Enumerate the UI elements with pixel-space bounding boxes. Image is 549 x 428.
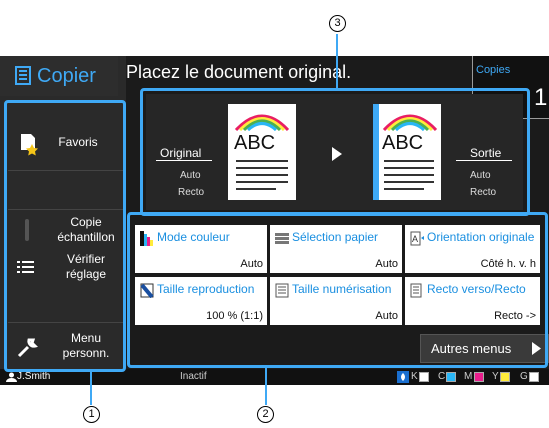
machine-state: Inactif <box>180 371 207 382</box>
callout-line-1 <box>90 372 92 405</box>
toner-y-level <box>500 372 510 382</box>
user-icon <box>6 372 17 382</box>
toner-g-level <box>529 372 539 382</box>
toner-c: C <box>438 371 446 382</box>
copier-icon <box>15 66 31 85</box>
callout-line-3 <box>336 34 338 89</box>
callout-frame-1 <box>4 100 126 372</box>
copies-label: Copies <box>476 64 511 76</box>
toner-y: Y <box>492 371 499 382</box>
toner-c-level <box>446 372 456 382</box>
copies-value: 1 <box>534 84 548 111</box>
callout-2: 2 <box>257 406 274 423</box>
user-name: J.Smith <box>17 371 51 382</box>
toner-m: M <box>464 371 473 382</box>
toner-k: K <box>411 371 418 382</box>
copier-tab[interactable]: Copier <box>0 56 118 96</box>
instruction-message: Placez le document original. <box>126 62 352 82</box>
toner-drop-icon <box>397 371 409 383</box>
app-title: Copier <box>37 64 96 87</box>
toner-k-level <box>419 372 429 382</box>
callout-3: 3 <box>329 15 346 32</box>
callout-1: 1 <box>83 406 100 423</box>
callout-line-2 <box>265 368 267 405</box>
toner-g: G <box>520 371 528 382</box>
callout-frame-3 <box>140 88 530 216</box>
callout-frame-2 <box>127 212 548 368</box>
toner-m-level <box>474 372 484 382</box>
